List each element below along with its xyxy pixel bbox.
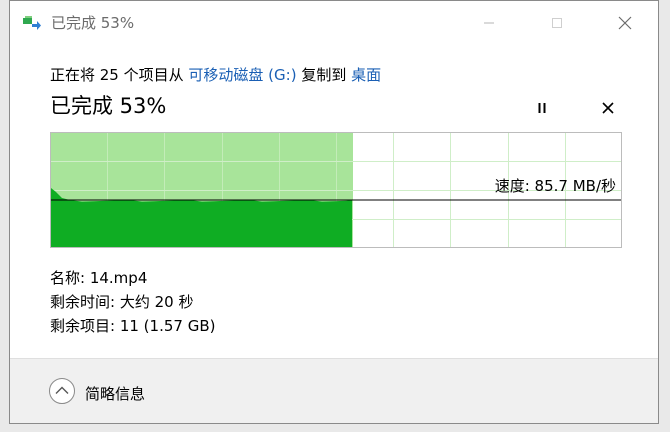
source-link[interactable]: 可移动磁盘 (G:) — [188, 66, 296, 84]
title-bar: 已完成 53% — [10, 1, 658, 45]
items-value: 11 (1.57 GB) — [119, 317, 216, 335]
progress-title: 已完成 53% — [50, 94, 167, 118]
close-button[interactable] — [602, 1, 648, 45]
pause-button[interactable] — [530, 97, 554, 121]
items-label: 剩余项目: — [50, 317, 120, 335]
speed-graph: 速度: 85.7 MB/秒 — [50, 132, 622, 248]
maximize-icon — [551, 17, 563, 29]
fewer-details-button[interactable]: 简略信息 — [85, 383, 145, 404]
chevron-up-icon[interactable] — [48, 377, 76, 405]
copy-description: 正在将 25 个项目从 可移动磁盘 (G:) 复制到 桌面 — [50, 64, 381, 85]
detail-filename: 名称: 14.mp4 — [50, 267, 147, 288]
cancel-button[interactable] — [596, 97, 620, 121]
detail-time-remaining: 剩余时间: 大约 20 秒 — [50, 291, 193, 312]
destination-link[interactable]: 桌面 — [351, 66, 381, 84]
name-value: 14.mp4 — [89, 269, 148, 287]
close-icon — [618, 16, 632, 30]
pause-icon — [535, 100, 549, 119]
cancel-icon — [601, 100, 615, 119]
minimize-button[interactable] — [466, 1, 512, 45]
copy-arrow-icon — [23, 15, 41, 30]
desc-prefix: 正在将 25 个项目从 — [50, 66, 189, 84]
window-title: 已完成 53% — [51, 14, 135, 32]
detail-items-remaining: 剩余项目: 11 (1.57 GB) — [50, 315, 215, 336]
copy-progress-dialog: 已完成 53% 正在将 25 个项目从 可移动磁盘 (G:) 复制到 桌面 已完… — [9, 0, 659, 424]
time-value: 大约 20 秒 — [119, 293, 194, 311]
desc-middle: 复制到 — [296, 66, 352, 84]
name-label: 名称: — [50, 269, 90, 287]
footer: 简略信息 — [10, 358, 658, 423]
minimize-icon — [483, 17, 495, 29]
speed-label: 速度: 85.7 MB/秒 — [494, 177, 616, 195]
time-label: 剩余时间: — [50, 293, 120, 311]
maximize-button[interactable] — [534, 1, 580, 45]
